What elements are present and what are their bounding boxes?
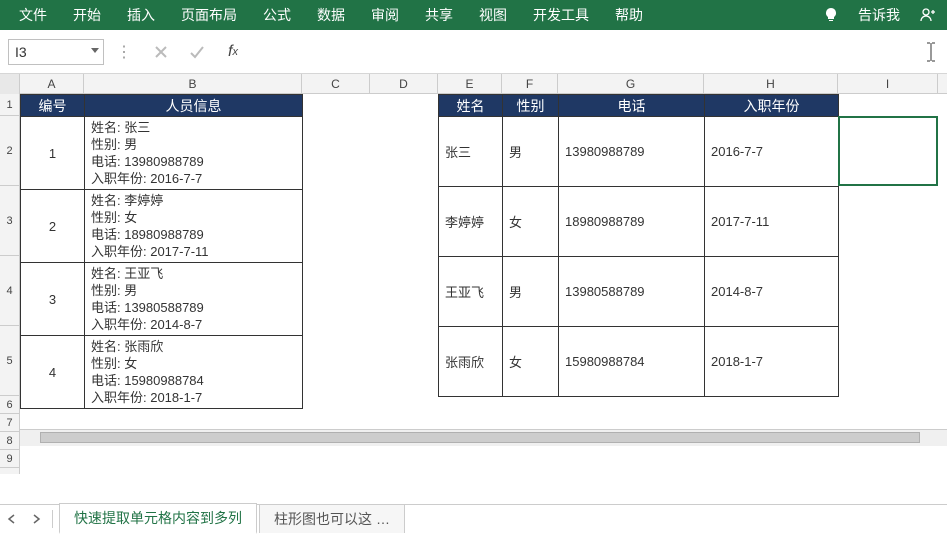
active-cell-outline xyxy=(838,116,938,186)
worksheet-grid[interactable]: ABCDEFGHI 123456789 编号 人员信息 1姓名: 张三性别: 男… xyxy=(0,74,947,474)
ribbon-tab[interactable]: 文件 xyxy=(6,0,60,30)
cell-name[interactable]: 张三 xyxy=(439,117,503,187)
th-info[interactable]: 人员信息 xyxy=(85,95,303,117)
text-cursor-icon xyxy=(923,41,939,63)
cell-id[interactable]: 2 xyxy=(21,190,85,263)
row-header[interactable]: 3 xyxy=(0,186,19,256)
formula-input[interactable] xyxy=(254,39,917,65)
ribbon: 文件开始插入页面布局公式数据审阅共享视图开发工具帮助 告诉我 xyxy=(0,0,947,30)
ribbon-tab[interactable]: 公式 xyxy=(250,0,304,30)
th-tel[interactable]: 电话 xyxy=(559,95,705,117)
column-headers: ABCDEFGHI xyxy=(0,74,947,94)
row-header[interactable]: 5 xyxy=(0,326,19,396)
cell-sex[interactable]: 男 xyxy=(503,257,559,327)
sheet-nav-prev-icon[interactable] xyxy=(0,507,24,531)
column-header[interactable]: B xyxy=(84,74,302,93)
row-header[interactable]: 8 xyxy=(0,432,19,450)
cell-info[interactable]: 姓名: 张雨欣性别: 女电话: 15980988784入职年份: 2018-1-… xyxy=(85,336,303,409)
column-header[interactable]: A xyxy=(20,74,84,93)
cell-sex[interactable]: 女 xyxy=(503,327,559,397)
ribbon-tab[interactable]: 开始 xyxy=(60,0,114,30)
cell-tel[interactable]: 13980988789 xyxy=(559,117,705,187)
sheet-tab-other-label: 柱形图也可以这 xyxy=(274,511,372,527)
ellipsis-icon: … xyxy=(372,511,390,527)
row-header[interactable]: 6 xyxy=(0,396,19,414)
table-row[interactable]: 王亚飞男139805887892014-8-7 xyxy=(439,257,839,327)
scrollbar-thumb[interactable] xyxy=(40,432,920,443)
th-id[interactable]: 编号 xyxy=(21,95,85,117)
table-row[interactable]: 3姓名: 王亚飞性别: 男电话: 13980588789入职年份: 2014-8… xyxy=(21,263,303,336)
ribbon-tab[interactable]: 共享 xyxy=(412,0,466,30)
cell-year[interactable]: 2014-8-7 xyxy=(705,257,839,327)
fx-icon[interactable]: fx xyxy=(218,39,248,65)
cell-tel[interactable]: 18980988789 xyxy=(559,187,705,257)
chevron-down-icon[interactable] xyxy=(91,48,99,53)
ribbon-tab[interactable]: 页面布局 xyxy=(168,0,250,30)
cell-name[interactable]: 王亚飞 xyxy=(439,257,503,327)
ribbon-tab[interactable]: 审阅 xyxy=(358,0,412,30)
table-row[interactable]: 张雨欣女159809887842018-1-7 xyxy=(439,327,839,397)
tell-me-button[interactable]: 告诉我 xyxy=(845,0,913,30)
ribbon-tab[interactable]: 视图 xyxy=(466,0,520,30)
cell-info[interactable]: 姓名: 李婷婷性别: 女电话: 18980988789入职年份: 2017-7-… xyxy=(85,190,303,263)
cell-sex[interactable]: 男 xyxy=(503,117,559,187)
dots-icon: ⋮ xyxy=(110,42,140,62)
row-headers: 123456789 xyxy=(0,94,20,474)
table-extracted: 姓名 性别 电话 入职年份 张三男139809887892016-7-7李婷婷女… xyxy=(438,94,839,397)
cell-year[interactable]: 2017-7-11 xyxy=(705,187,839,257)
column-header[interactable]: G xyxy=(558,74,704,93)
table-row[interactable]: 2姓名: 李婷婷性别: 女电话: 18980988789入职年份: 2017-7… xyxy=(21,190,303,263)
ribbon-tab[interactable]: 插入 xyxy=(114,0,168,30)
cell-tel[interactable]: 15980988784 xyxy=(559,327,705,397)
cell-sex[interactable]: 女 xyxy=(503,187,559,257)
table-row[interactable]: 李婷婷女189809887892017-7-11 xyxy=(439,187,839,257)
row-header[interactable]: 4 xyxy=(0,256,19,326)
table-row[interactable]: 张三男139809887892016-7-7 xyxy=(439,117,839,187)
row-header[interactable]: 2 xyxy=(0,116,19,186)
row-header[interactable]: 7 xyxy=(0,414,19,432)
column-header[interactable]: I xyxy=(838,74,938,93)
column-header[interactable]: E xyxy=(438,74,502,93)
cell-id[interactable]: 1 xyxy=(21,117,85,190)
cell-info[interactable]: 姓名: 王亚飞性别: 男电话: 13980588789入职年份: 2014-8-… xyxy=(85,263,303,336)
cell-year[interactable]: 2018-1-7 xyxy=(705,327,839,397)
sheet-tab-bar: 快速提取单元格内容到多列 柱形图也可以这… xyxy=(0,504,947,532)
enter-formula-icon[interactable] xyxy=(182,39,212,65)
share-person-icon[interactable] xyxy=(913,1,941,29)
table-personnel-info: 编号 人员信息 1姓名: 张三性别: 男电话: 13980988789入职年份:… xyxy=(20,94,303,409)
column-header[interactable]: D xyxy=(370,74,438,93)
cells-area[interactable]: 编号 人员信息 1姓名: 张三性别: 男电话: 13980988789入职年份:… xyxy=(20,94,947,474)
row-header[interactable]: 1 xyxy=(0,94,19,116)
horizontal-scrollbar[interactable] xyxy=(20,429,947,446)
cell-id[interactable]: 3 xyxy=(21,263,85,336)
tell-me-bulb-icon[interactable] xyxy=(817,1,845,29)
cell-info[interactable]: 姓名: 张三性别: 男电话: 13980988789入职年份: 2016-7-7 xyxy=(85,117,303,190)
row-header[interactable]: 9 xyxy=(0,450,19,468)
cell-name[interactable]: 李婷婷 xyxy=(439,187,503,257)
ribbon-tab[interactable]: 数据 xyxy=(304,0,358,30)
cell-tel[interactable]: 13980588789 xyxy=(559,257,705,327)
name-box[interactable]: I3 xyxy=(8,39,104,65)
sheet-nav-next-icon[interactable] xyxy=(24,507,48,531)
cell-id[interactable]: 4 xyxy=(21,336,85,409)
ribbon-tab[interactable]: 帮助 xyxy=(602,0,656,30)
cell-name[interactable]: 张雨欣 xyxy=(439,327,503,397)
sheet-tab-active[interactable]: 快速提取单元格内容到多列 xyxy=(59,503,257,534)
th-sex[interactable]: 性别 xyxy=(503,95,559,117)
table-row[interactable]: 1姓名: 张三性别: 男电话: 13980988789入职年份: 2016-7-… xyxy=(21,117,303,190)
ribbon-tab[interactable]: 开发工具 xyxy=(520,0,602,30)
sheet-tab-other[interactable]: 柱形图也可以这… xyxy=(259,504,405,533)
column-header[interactable]: C xyxy=(302,74,370,93)
th-name[interactable]: 姓名 xyxy=(439,95,503,117)
cell-year[interactable]: 2016-7-7 xyxy=(705,117,839,187)
th-year[interactable]: 入职年份 xyxy=(705,95,839,117)
formula-bar: I3 ⋮ fx xyxy=(0,30,947,74)
column-header[interactable]: H xyxy=(704,74,838,93)
table-row[interactable]: 4姓名: 张雨欣性别: 女电话: 15980988784入职年份: 2018-1… xyxy=(21,336,303,409)
column-header[interactable]: F xyxy=(502,74,558,93)
cancel-formula-icon[interactable] xyxy=(146,39,176,65)
select-all-corner[interactable] xyxy=(0,74,20,94)
name-box-value: I3 xyxy=(15,44,27,60)
